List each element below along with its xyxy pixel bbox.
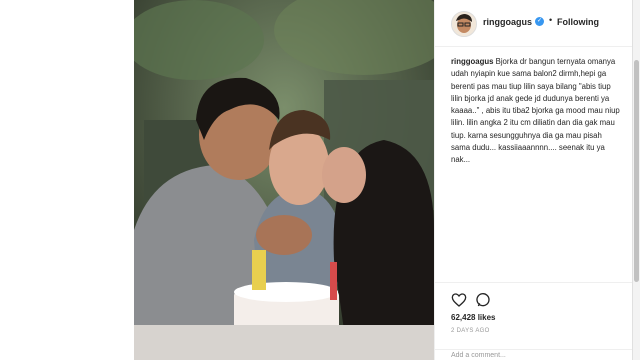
post-photo[interactable] <box>134 0 434 360</box>
comment-button[interactable] <box>475 292 491 308</box>
caption: ringgoagus Bjorka dr bangun ternyata oma… <box>451 56 623 167</box>
username[interactable]: ringgoagus <box>483 17 532 27</box>
heart-icon <box>451 293 467 307</box>
post-sidebar: ringgoagus ✓ • Following ringgoagus Bjor… <box>434 0 633 360</box>
post-actions: 62,428 likes 2 DAYS AGO Add a comment... <box>435 282 633 361</box>
likes-count[interactable]: 62,428 likes <box>451 313 495 322</box>
avatar[interactable] <box>451 11 477 37</box>
avatar-image <box>452 12 476 36</box>
post-header: ringgoagus ✓ • Following <box>435 0 633 47</box>
caption-username[interactable]: ringgoagus <box>451 57 493 66</box>
following-button[interactable]: Following <box>557 17 599 27</box>
comment-divider <box>435 349 633 350</box>
follow-separator: • <box>549 15 553 25</box>
post-timestamp: 2 DAYS AGO <box>451 328 490 334</box>
caption-text: Bjorka dr bangun ternyata omanya udah ny… <box>451 57 620 165</box>
scrollbar[interactable] <box>632 0 640 360</box>
comment-icon <box>476 293 490 307</box>
verified-badge-icon: ✓ <box>535 17 544 26</box>
scrollbar-thumb[interactable] <box>634 60 639 282</box>
like-button[interactable] <box>451 292 467 308</box>
comment-input[interactable]: Add a comment... <box>451 352 506 359</box>
